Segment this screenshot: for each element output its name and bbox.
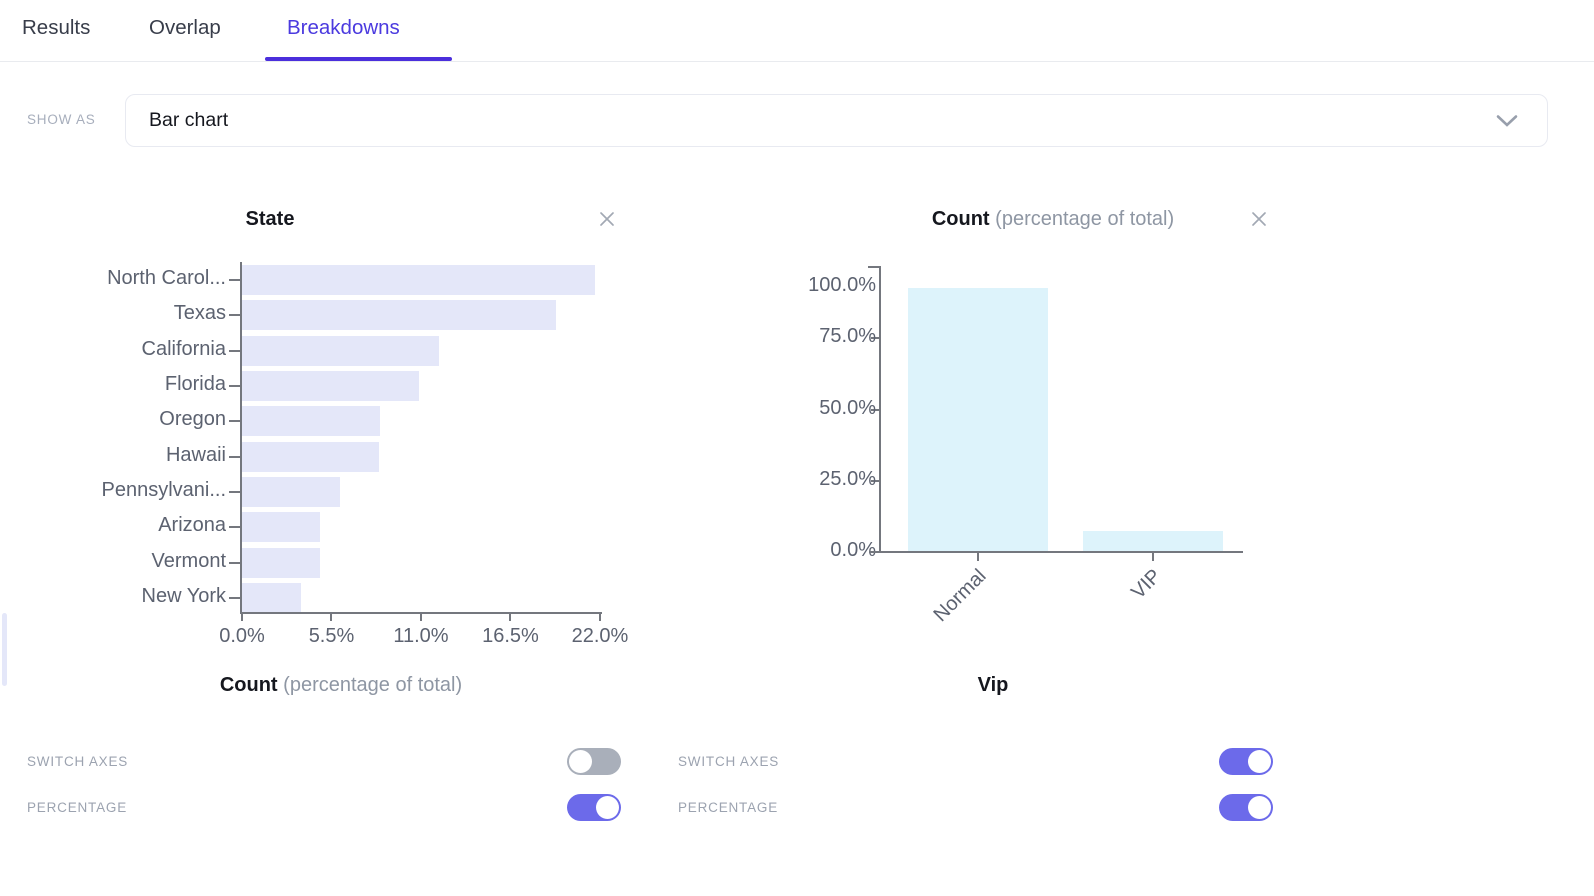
bar-normal[interactable] xyxy=(908,288,1048,552)
left-chart-title-text: State xyxy=(246,208,295,230)
right-switch-axes-toggle[interactable] xyxy=(1219,748,1273,775)
y-axis-label: Pennsylvani... xyxy=(10,479,226,502)
tab-results[interactable]: Results xyxy=(22,16,90,40)
bar-oregon[interactable] xyxy=(242,406,380,436)
chevron-down-icon xyxy=(1495,114,1519,128)
chart-type-select[interactable]: Bar chart xyxy=(125,94,1548,147)
toggle-knob xyxy=(1248,750,1271,773)
y-axis-tick xyxy=(229,562,240,564)
y-axis-label: Hawaii xyxy=(10,444,226,467)
x-axis-tick xyxy=(1152,553,1154,561)
close-icon xyxy=(596,208,618,230)
y-axis-label: New York xyxy=(10,585,226,608)
y-axis-label: California xyxy=(10,338,226,361)
y-axis-tick xyxy=(229,526,240,528)
active-tab-underline xyxy=(265,57,452,61)
y-axis-label: Oregon xyxy=(10,408,226,431)
x-axis-title-sub: (percentage of total) xyxy=(283,674,462,696)
x-axis-tick xyxy=(330,614,332,621)
close-left-chart-button[interactable] xyxy=(596,208,618,230)
x-axis-tick xyxy=(977,553,979,561)
toggle-knob xyxy=(596,796,619,819)
switch-axes-label: SWITCH AXES xyxy=(678,754,779,769)
x-axis-category-label: VIP xyxy=(1043,564,1167,688)
y-axis-line xyxy=(240,262,242,614)
bar-vermont[interactable] xyxy=(242,548,320,578)
close-icon xyxy=(1248,208,1270,230)
percentage-label: PERCENTAGE xyxy=(678,800,778,815)
y-axis-tick xyxy=(229,597,240,599)
x-axis-tick xyxy=(241,614,243,621)
left-chart-title: State xyxy=(170,206,370,232)
show-as-label: SHOW AS xyxy=(27,112,96,127)
x-axis-line xyxy=(869,551,1243,553)
y-axis-tick xyxy=(229,314,240,316)
y-axis-tick xyxy=(229,456,240,458)
y-axis-label: North Carol... xyxy=(10,267,226,290)
y-axis-tick xyxy=(229,420,240,422)
y-axis-label: Texas xyxy=(10,302,226,325)
x-axis-tick xyxy=(509,614,511,621)
right-percentage-toggle[interactable] xyxy=(1219,794,1273,821)
y-axis-tick-label: 75.0% xyxy=(656,325,876,348)
bar-pennsylvani[interactable] xyxy=(242,477,340,507)
x-axis-tick-label: 22.0% xyxy=(540,625,660,648)
left-chart-x-axis-title: Count (percentage of total) xyxy=(141,672,541,698)
right-chart-title-main: Count xyxy=(932,208,990,230)
left-switch-axes-toggle[interactable] xyxy=(567,748,621,775)
y-axis-tick xyxy=(229,279,240,281)
y-axis-tick xyxy=(868,266,881,268)
x-axis-title-main: Vip xyxy=(978,674,1009,696)
y-axis-tick xyxy=(229,385,240,387)
y-axis-label: Arizona xyxy=(10,514,226,537)
breakdowns-page: Results Overlap Breakdowns SHOW AS Bar c… xyxy=(0,0,1594,896)
y-axis-tick xyxy=(229,491,240,493)
bar-florida[interactable] xyxy=(242,371,419,401)
right-chart-title: Count (percentage of total) xyxy=(853,206,1253,232)
right-chart-title-sub: (percentage of total) xyxy=(995,208,1174,230)
toggle-knob xyxy=(569,750,592,773)
bar-northcarol[interactable] xyxy=(242,265,595,295)
toggle-knob xyxy=(1248,796,1271,819)
bar-california[interactable] xyxy=(242,336,439,366)
bar-vip[interactable] xyxy=(1083,531,1223,552)
bar-arizona[interactable] xyxy=(242,512,320,542)
tab-overlap[interactable]: Overlap xyxy=(149,16,221,40)
bar-texas[interactable] xyxy=(242,300,556,330)
y-axis-tick-label: 100.0% xyxy=(656,274,876,297)
tab-breakdowns[interactable]: Breakdowns xyxy=(287,16,400,40)
right-chart-x-axis-title: Vip xyxy=(793,672,1193,698)
bar-newyork[interactable] xyxy=(242,583,301,613)
percentage-label: PERCENTAGE xyxy=(27,800,127,815)
y-axis-tick-label: 25.0% xyxy=(656,468,876,491)
chart-type-value: Bar chart xyxy=(149,95,228,146)
x-axis-tick xyxy=(420,614,422,621)
tabs-bar: Results Overlap Breakdowns xyxy=(0,0,1594,62)
y-axis-tick-label: 0.0% xyxy=(656,539,876,562)
scroll-indicator[interactable] xyxy=(2,613,7,686)
y-axis-tick-label: 50.0% xyxy=(656,397,876,420)
close-right-chart-button[interactable] xyxy=(1248,208,1270,230)
left-percentage-toggle[interactable] xyxy=(567,794,621,821)
switch-axes-label: SWITCH AXES xyxy=(27,754,128,769)
y-axis-label: Vermont xyxy=(10,550,226,573)
x-axis-category-label: Normal xyxy=(868,564,992,688)
y-axis-tick xyxy=(229,350,240,352)
x-axis-title-main: Count xyxy=(220,674,278,696)
x-axis-tick xyxy=(599,614,601,621)
y-axis-label: Florida xyxy=(10,373,226,396)
bar-hawaii[interactable] xyxy=(242,442,379,472)
